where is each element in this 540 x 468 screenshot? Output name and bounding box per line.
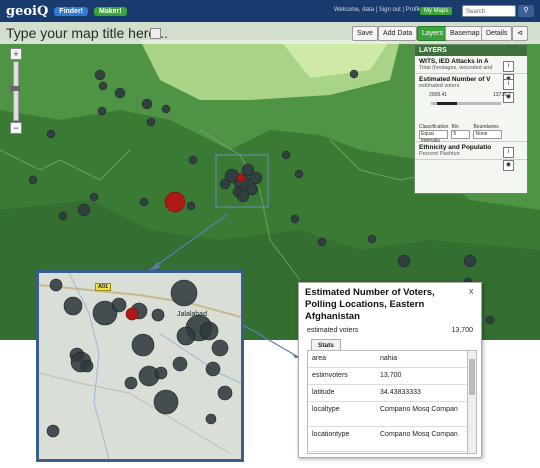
info-icon[interactable]: i — [503, 147, 514, 158]
layer-name: Ethnicity and Populatio — [419, 144, 492, 151]
layer-item[interactable]: WITS, IED Attacks in A Total (hostages, … — [415, 56, 527, 85]
finder-button[interactable]: Finder! — [54, 6, 89, 16]
account-links[interactable]: Welcome, data | Sign out | Profile — [334, 7, 423, 13]
scrollbar-thumb[interactable] — [469, 359, 475, 395]
place-label: Jalalabad — [177, 311, 207, 318]
details-button[interactable]: Details — [481, 26, 513, 41]
zoom-in-button[interactable]: + — [10, 48, 22, 60]
layer-attribute: estimated voters — [419, 83, 460, 89]
layers-button[interactable]: Layers — [417, 26, 449, 41]
layer-attribute: Percent Pashtun — [419, 151, 460, 157]
layers-panel: LAYERS WITS, IED Attacks in A Total (hos… — [414, 44, 528, 194]
my-maps-button[interactable]: My Maps — [420, 7, 453, 15]
table-row: area nahia — [308, 351, 468, 368]
range-high-label: 13735.7 — [493, 92, 512, 98]
search-input[interactable]: Search — [462, 5, 516, 17]
visibility-eye-icon[interactable]: ◉ — [503, 160, 514, 171]
boundary-select[interactable]: None — [473, 130, 503, 139]
stats-table: area nahia estimvoters 13,700 latitude 3… — [307, 350, 469, 454]
info-icon[interactable]: i — [503, 61, 514, 72]
add-data-button[interactable]: Add Data — [378, 26, 418, 41]
bins-select-group: Bin 5 — [451, 124, 471, 139]
row-key: estimvoters — [312, 372, 348, 379]
range-low-label: 2008.41 — [429, 92, 448, 98]
zoom-out-button[interactable]: − — [10, 122, 22, 134]
range-filter[interactable]: 2008.41 13735.7 — [419, 92, 523, 122]
table-row: localtype Compano Mosq Compan — [308, 402, 468, 427]
classification-label: Classification — [419, 124, 449, 130]
road-shield-badge: A01 — [95, 283, 112, 291]
top-nav-bar: geoiQ Finder! Maker! Welcome, data | Sig… — [0, 0, 540, 22]
share-icon[interactable]: ⊲ — [512, 26, 528, 41]
popup-scrollbar[interactable] — [467, 350, 477, 454]
metric-value: 13,700 — [451, 327, 473, 334]
boundary-select-group: Boundaries None — [473, 124, 503, 139]
range-slider-selection[interactable] — [437, 102, 457, 105]
inset-map[interactable]: A01 Jalalabad — [36, 270, 244, 462]
bins-select[interactable]: 5 — [451, 130, 471, 139]
basemap-button[interactable]: Basemap — [445, 26, 485, 41]
row-value: Compano Mosq Compan — [380, 431, 458, 438]
close-icon[interactable]: x — [469, 286, 474, 296]
geoiq-logo[interactable]: geoiQ — [6, 4, 48, 19]
search-icon[interactable]: ⚲ — [518, 5, 534, 17]
layer-name: WITS, IED Attacks in A — [419, 58, 489, 65]
layer-item[interactable]: Estimated Number of V estimated voters i… — [415, 74, 527, 144]
row-key: area — [312, 355, 327, 362]
table-row: locationtype Compano Mosq Compan — [308, 427, 468, 452]
zoom-slider[interactable] — [10, 61, 20, 121]
classification-select[interactable]: Equal Intervals — [419, 130, 448, 144]
info-icon[interactable]: i — [503, 79, 514, 90]
zoom-control: + − — [10, 48, 22, 134]
inset-map-canvas[interactable] — [39, 273, 241, 459]
feature-info-popup: Estimated Number of Voters, Polling Loca… — [298, 282, 482, 458]
row-key: locationtype — [312, 431, 350, 438]
save-button[interactable]: Save — [352, 26, 378, 41]
row-value: 34.43833333 — [380, 389, 421, 396]
maker-button[interactable]: Maker! — [94, 6, 127, 16]
layer-item[interactable]: Ethnicity and Populatio Percent Pashtun … — [415, 142, 527, 171]
inset-highlighted-marker[interactable] — [125, 307, 139, 321]
row-key: localtype — [312, 406, 340, 413]
layer-attribute: Total (hostages, wounded and — [419, 65, 493, 71]
table-row: estimvoters 13,700 — [308, 368, 468, 385]
row-value: nahia — [380, 355, 398, 362]
row-key: latitude — [312, 389, 335, 396]
edit-icon[interactable] — [150, 28, 161, 39]
map-title-input[interactable]: Type your map title here... — [6, 25, 168, 41]
table-row: latitude 34.43833333 — [308, 385, 468, 402]
boundary-label: Boundaries — [473, 124, 499, 130]
layers-panel-header: LAYERS — [415, 45, 527, 56]
map-title-bar: Type your map title here... Save Add Dat… — [0, 22, 540, 44]
zoom-slider-handle[interactable] — [10, 86, 20, 91]
row-value: 13,700 — [380, 372, 402, 379]
row-value: Compano Mosq Compan — [380, 406, 458, 413]
popup-title: Estimated Number of Voters, Polling Loca… — [305, 287, 435, 322]
classification-select-group: Classification Equal Intervals — [419, 124, 449, 144]
layer-name: Estimated Number of V — [419, 76, 491, 83]
metric-label: estimated voters — [307, 327, 359, 334]
